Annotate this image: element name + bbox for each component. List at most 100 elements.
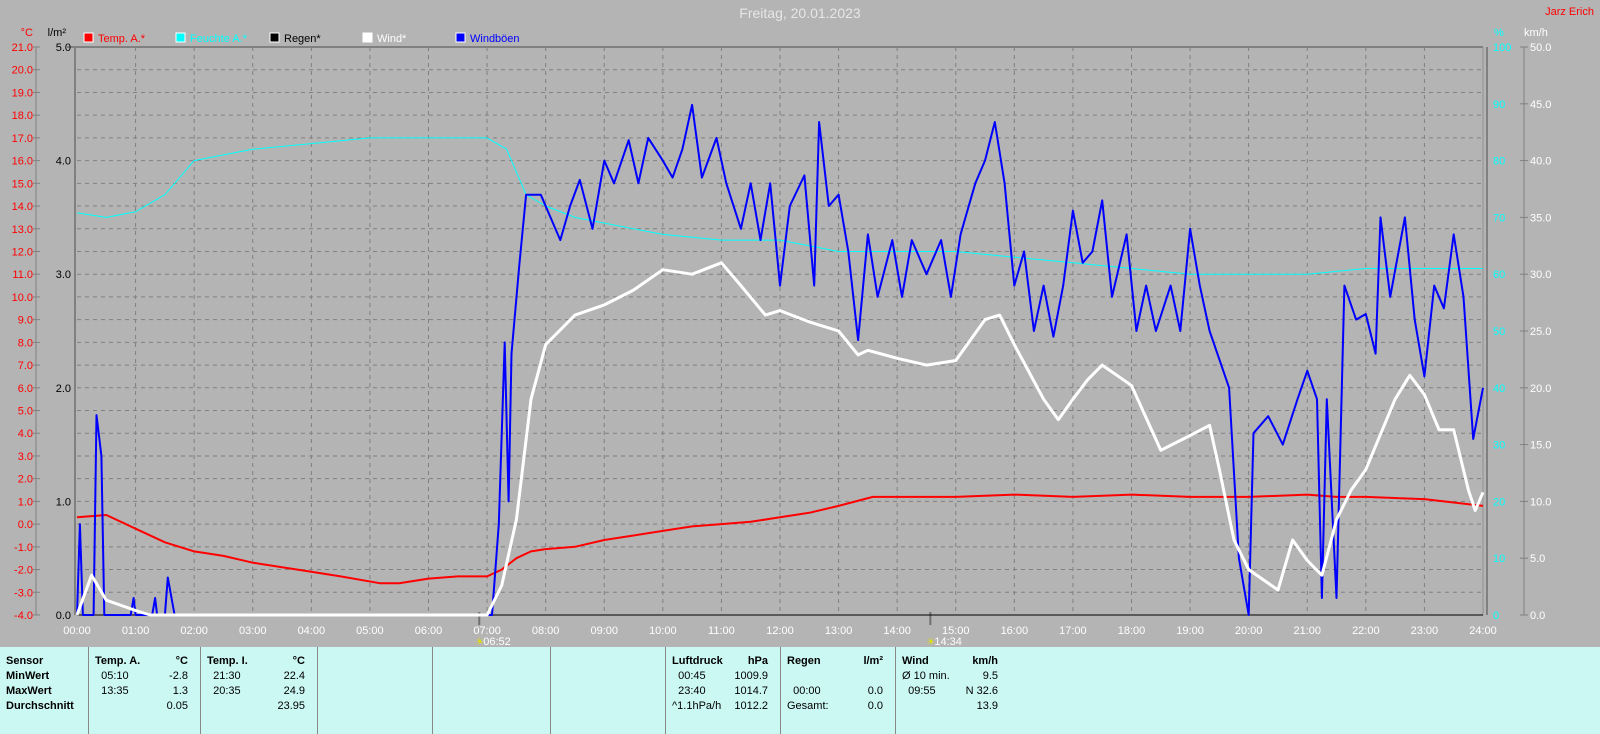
humidity-tick-label: 60 — [1493, 269, 1505, 281]
temp-tick-label: 17.0 — [12, 133, 33, 145]
temp-tick-label: 5.0 — [18, 406, 33, 418]
rain-time: 00:00 — [793, 685, 821, 697]
wind-tick-label: 50.0 — [1530, 42, 1551, 54]
weather-chart: °C l/m²% km/h 21.0 20.0 19.0 18.0 17.0 16.0 15.0 1… — [12, 27, 1552, 647]
temp-i-min: 22.4 — [283, 670, 305, 682]
x-tick-label: 19:00 — [1176, 625, 1204, 637]
x-tick-label: 23:00 — [1411, 625, 1439, 637]
x-tick-label: 24:00 — [1469, 625, 1497, 637]
legend-label: Feuchte A.* — [190, 33, 248, 45]
wind-tick-label: 0.0 — [1530, 610, 1545, 622]
temp-tick-label: 13.0 — [12, 224, 33, 236]
temp-i-max: 24.9 — [283, 685, 305, 697]
temp-i-unit: °C — [292, 655, 305, 667]
temp-tick-label: 12.0 — [12, 246, 33, 258]
x-tick-label: 02:00 — [180, 625, 208, 637]
col-empty-3 — [550, 647, 665, 734]
col-wind: Wind km/h Ø 10 min. 9.5 09:55 N 32.6 13.9 — [895, 647, 1010, 734]
col-temp-a: Temp. A. °C 05:10 -2.8 13:35 1.3 0.05 — [88, 647, 200, 734]
legend-swatch — [269, 32, 280, 43]
rain-tick-label: 4.0 — [56, 156, 71, 168]
col-empty-1 — [317, 647, 432, 734]
x-tick-label: 04:00 — [298, 625, 326, 637]
legend-swatch — [83, 32, 94, 43]
wind-tick-label: 30.0 — [1530, 269, 1551, 281]
legend-label: Wind* — [377, 33, 407, 45]
col-labels: Sensor MinWert MaxWert Durchschnitt — [0, 647, 88, 734]
temp-i-avg: 23.95 — [277, 700, 305, 712]
legend-swatch — [362, 32, 373, 43]
x-tick-label: 00:00 — [63, 625, 91, 637]
humidity-tick-label: 90 — [1493, 99, 1505, 111]
rain-total: 0.0 — [867, 700, 883, 712]
temp-tick-label: 3.0 — [18, 451, 33, 463]
wind-tick-label: 10.0 — [1530, 496, 1551, 508]
temp-i-min-time: 21:30 — [213, 670, 241, 682]
rain-total-label: Gesamt: — [787, 700, 829, 712]
humidity-tick-label: 40 — [1493, 383, 1505, 395]
temp-a-max: 1.3 — [172, 685, 188, 697]
x-tick-label: 01:00 — [122, 625, 150, 637]
wind-tick-label: 5.0 — [1530, 553, 1545, 565]
legend-swatch — [175, 32, 186, 43]
label-sensor: Sensor — [6, 655, 44, 667]
x-tick-label: 17:00 — [1059, 625, 1087, 637]
temp-tick-label: 11.0 — [12, 269, 33, 281]
wind-mean: 13.9 — [976, 700, 998, 712]
temp-a-avg: 0.05 — [166, 700, 188, 712]
x-tick-label: 16:00 — [1001, 625, 1029, 637]
x-tick-label: 05:00 — [356, 625, 384, 637]
rain-tick-label: 0.0 — [56, 610, 71, 622]
x-tick-label: 20:00 — [1235, 625, 1263, 637]
temp-tick-label: 21.0 — [12, 42, 33, 54]
x-tick-label: 08:00 — [532, 625, 560, 637]
x-tick-label: 22:00 — [1352, 625, 1380, 637]
temp-tick-label: 16.0 — [12, 156, 33, 168]
pressure-max-time: 23:40 — [678, 685, 706, 697]
wind-max: N 32.6 — [965, 685, 998, 697]
temp-tick-label: 7.0 — [18, 360, 33, 372]
wind-avg-label: Ø 10 min. — [902, 670, 950, 682]
temp-tick-label: -4.0 — [14, 610, 33, 622]
temp-a-min: -2.8 — [169, 670, 188, 682]
temp-tick-label: 2.0 — [18, 474, 33, 486]
temp-tick-label: 15.0 — [12, 178, 33, 190]
col-pressure: Luftdruck hPa 00:45 1009.9 23:40 1014.7 ^1.… — [665, 647, 780, 734]
pressure-max: 1014.7 — [734, 685, 768, 697]
wind-tick-label: 40.0 — [1530, 156, 1551, 168]
temp-tick-label: 9.0 — [18, 315, 33, 327]
humidity-tick-label: 50 — [1493, 326, 1505, 338]
label-min: MinWert — [6, 670, 50, 682]
temp-i-title: Temp. I. — [207, 655, 248, 667]
legend-label: Temp. A.* — [98, 33, 146, 45]
x-tick-label: 11:00 — [708, 625, 735, 637]
x-tick-label: 06:00 — [415, 625, 443, 637]
pressure-min: 1009.9 — [734, 670, 768, 682]
x-tick-label: 10:00 — [649, 625, 677, 637]
pressure-min-time: 00:45 — [678, 670, 706, 682]
temp-tick-label: 18.0 — [12, 110, 33, 122]
rain-max: 0.0 — [867, 685, 883, 697]
legend-label: Windböen — [470, 33, 520, 45]
temp-tick-label: 20.0 — [12, 65, 33, 77]
wind-unit: km/h — [972, 655, 998, 667]
rain-unit: l/m² — [863, 655, 883, 667]
temp-tick-label: 4.0 — [18, 428, 33, 440]
rain-tick-label: 3.0 — [56, 269, 71, 281]
rain-tick-label: 1.0 — [56, 496, 71, 508]
temp-i-max-time: 20:35 — [213, 685, 241, 697]
temp-tick-label: 8.0 — [18, 337, 33, 349]
temp-axis-unit: °C — [21, 27, 33, 39]
rain-tick-label: 5.0 — [56, 42, 71, 54]
humidity-tick-label: 100 — [1493, 42, 1511, 54]
rain-axis-unit: l/m² — [48, 27, 67, 39]
humidity-tick-label: 0 — [1493, 610, 1499, 622]
sunrise-label: 06:52 — [483, 636, 511, 647]
wind-title: Wind — [902, 655, 929, 667]
temp-a-title: Temp. A. — [95, 655, 141, 667]
wind-axis-unit: km/h — [1524, 27, 1548, 39]
wind-tick-label: 20.0 — [1530, 383, 1551, 395]
humidity-tick-label: 10 — [1493, 553, 1505, 565]
pressure-title: Luftdruck — [672, 655, 723, 667]
temp-tick-label: -2.0 — [14, 565, 33, 577]
